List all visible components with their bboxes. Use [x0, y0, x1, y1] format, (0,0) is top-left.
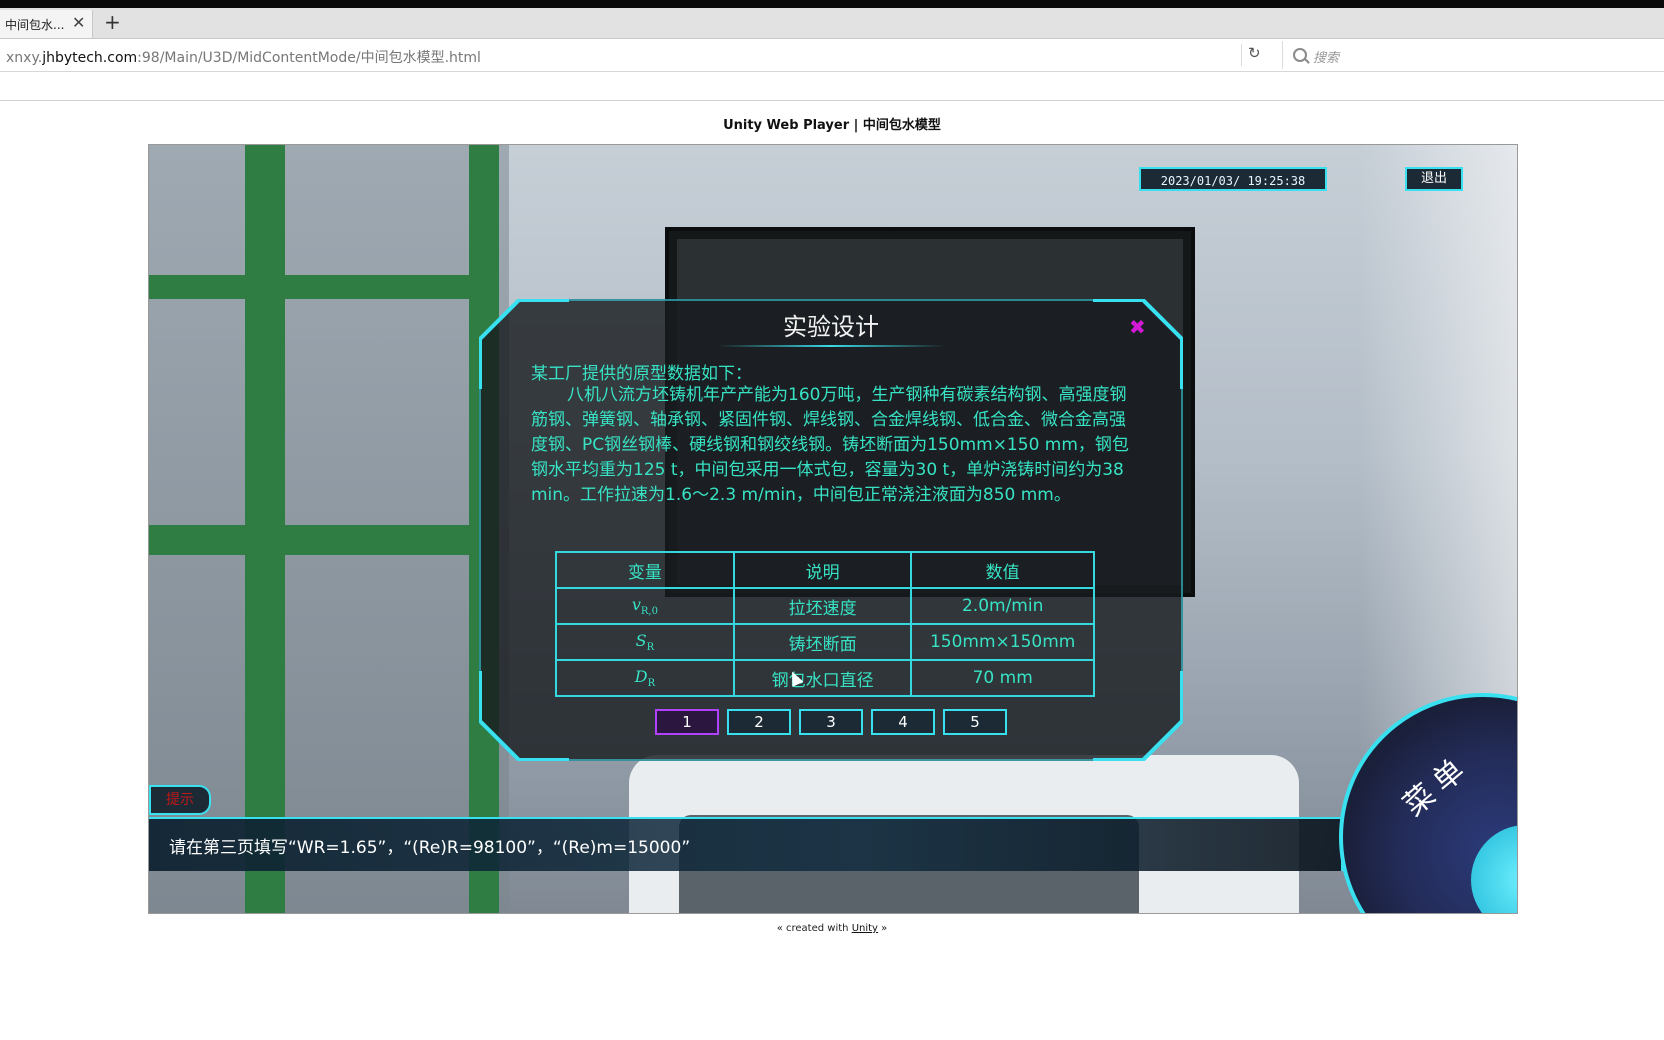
page-button-3[interactable]: 3	[799, 709, 863, 735]
table-header: 说明	[732, 551, 913, 589]
url-input[interactable]: xnxy.jhbytech.com:98/Main/U3D/MidContent…	[6, 47, 481, 67]
page-button-2[interactable]: 2	[727, 709, 791, 735]
table-cell-symbol: vR,0	[555, 587, 735, 625]
table-header-row: 变量 说明 数值	[555, 551, 1095, 589]
table-cell-value: 150mm×150mm	[910, 623, 1095, 661]
new-tab-button[interactable]: +	[104, 10, 121, 34]
symbol-main: D	[634, 667, 648, 686]
pagination: 12345	[479, 709, 1183, 735]
window-top-border	[0, 0, 1664, 8]
page-button-1[interactable]: 1	[655, 709, 719, 735]
table-row: DR 钢包水口直径 70 mm	[555, 659, 1095, 697]
symbol-main: v	[631, 595, 641, 614]
tab-strip: 中间包水... ✕ +	[0, 8, 1664, 39]
footer: « created with Unity »	[0, 923, 1664, 934]
experiment-design-dialog: 实验设计 ✖ 某工厂提供的原型数据如下： 八机八流方坯铸机年产产能为160万吨，…	[479, 299, 1183, 761]
table-cell-symbol: DR	[555, 659, 735, 697]
hint-text: 请在第三页填写“WR=1.65”，“(Re)R=98100”，“(Re)m=15…	[169, 838, 691, 858]
table-cell-value: 2.0m/min	[910, 587, 1095, 625]
symbol-main: S	[635, 631, 647, 650]
footer-prefix: « created with	[776, 923, 852, 934]
symbol-subscript: R,0	[640, 606, 658, 617]
data-table: 变量 说明 数值 vR,0 拉坯速度 2.0m/min SR 铸坯断面 150m…	[555, 551, 1095, 697]
unity-link[interactable]: Unity	[852, 923, 878, 934]
symbol-subscript: R	[647, 678, 656, 689]
table-cell-desc: 拉坯速度	[732, 587, 913, 625]
table-cell-value: 70 mm	[910, 659, 1095, 697]
tab-title: 中间包水...	[5, 18, 65, 32]
scene-green-beam	[149, 275, 489, 299]
hint-tab[interactable]: 提示	[149, 785, 211, 815]
footer-suffix: »	[877, 923, 888, 934]
intro-heading: 某工厂提供的原型数据如下：	[531, 364, 752, 384]
address-bar: xnxy.jhbytech.com:98/Main/U3D/MidContent…	[0, 39, 1664, 72]
table-header: 数值	[910, 551, 1095, 589]
intro-body: 八机八流方坯铸机年产产能为160万吨，生产钢种有碳素结构钢、高强度钢筋钢、弹簧钢…	[531, 385, 1129, 505]
url-divider	[1241, 44, 1242, 66]
title-underline	[717, 345, 945, 347]
symbol-subscript: R	[646, 642, 655, 653]
close-icon[interactable]: ✖	[1129, 315, 1146, 339]
url-host: jhbytech.com	[42, 50, 138, 66]
datetime-display: 2023/01/03/ 19:25:38	[1139, 167, 1327, 191]
hint-bar: 请在第三页填写“WR=1.65”，“(Re)R=98100”，“(Re)m=15…	[149, 817, 1343, 871]
menu-dial-core	[1471, 825, 1517, 913]
table-cell-desc: 钢包水口直径	[732, 659, 913, 697]
table-header: 变量	[555, 551, 735, 589]
url-prefix: xnxy.	[6, 50, 43, 66]
unity-player[interactable]: 2023/01/03/ 19:25:38 退出 实验设计 ✖ 某工厂提供的原型数…	[148, 144, 1518, 914]
page-title: Unity Web Player | 中间包水模型	[723, 118, 941, 133]
tab-active[interactable]: 中间包水... ✕	[0, 10, 93, 38]
table-cell-desc: 铸坯断面	[732, 623, 913, 661]
url-path: :98/Main/U3D/MidContentMode/中间包水模型.html	[137, 50, 481, 66]
table-cell-symbol: SR	[555, 623, 735, 661]
dialog-title: 实验设计	[783, 313, 879, 341]
page-button-5[interactable]: 5	[943, 709, 1007, 735]
search-placeholder: 搜索	[1313, 51, 1340, 66]
table-row: SR 铸坯断面 150mm×150mm	[555, 623, 1095, 661]
reload-icon[interactable]: ↻	[1248, 44, 1261, 62]
toolbar-divider	[0, 100, 1664, 101]
page-button-4[interactable]: 4	[871, 709, 935, 735]
tab-close-icon[interactable]: ✕	[72, 13, 85, 32]
search-icon	[1293, 48, 1307, 62]
scene-green-beam-2	[149, 525, 489, 555]
table-row: vR,0 拉坯速度 2.0m/min	[555, 587, 1095, 625]
menu-label: 菜单	[1396, 747, 1478, 824]
search-box[interactable]: 搜索	[1282, 41, 1664, 69]
exit-button[interactable]: 退出	[1405, 167, 1463, 191]
